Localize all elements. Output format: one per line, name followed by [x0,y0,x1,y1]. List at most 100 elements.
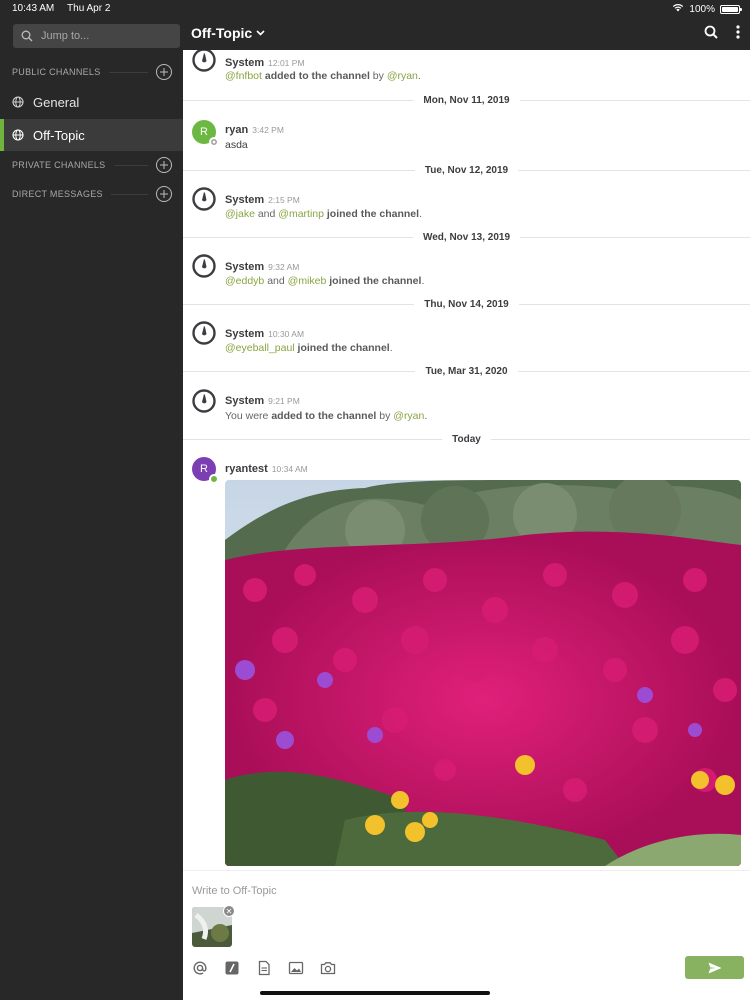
post-time: 10:34 AM [271,464,308,474]
date-separator: Wed, Nov 13, 2019 [183,229,750,245]
system-logo-icon [192,321,216,345]
channel-title: Off-Topic [191,25,253,41]
date-separator: Today [183,431,750,447]
jump-to-search[interactable]: Jump to... [13,24,180,48]
public-channels-section: PUBLIC CHANNELS [12,64,172,80]
slash-command-button[interactable] [224,960,240,976]
status-online-icon [209,474,219,484]
post-time: 9:21 PM [268,396,300,406]
date-separator-label: Wed, Nov 13, 2019 [422,231,511,243]
public-channels-label: PUBLIC CHANNELS [12,67,101,77]
date-separator-label: Today [452,433,481,445]
divider [113,164,148,166]
status-offline-icon [209,137,219,147]
system-logo-icon [192,254,216,278]
date-separator-label: Thu, Nov 14, 2019 [424,298,509,310]
message-composer: Write to Off-Topic ✕ [183,870,750,1000]
post-author[interactable]: System [225,194,264,206]
channel-title-button[interactable]: Off-Topic [191,25,265,41]
globe-icon [12,129,24,141]
image-icon [288,961,304,975]
mention-button[interactable] [192,960,208,976]
send-button[interactable] [685,956,744,979]
image-attachment[interactable] [225,480,741,866]
add-private-channel-button[interactable] [156,157,172,173]
remove-attachment-button[interactable]: ✕ [223,905,235,917]
mention-link[interactable]: @martinp [278,208,324,220]
close-icon: ✕ [225,906,233,916]
file-attach-button[interactable] [256,960,272,976]
image-attach-button[interactable] [288,960,304,976]
search-button[interactable] [704,25,718,44]
post-author[interactable]: ryan [225,124,248,136]
post-author[interactable]: ryantest [225,463,268,475]
system-logo-icon [192,50,216,72]
divider [108,71,148,73]
send-icon [708,962,721,973]
wifi-icon [672,3,684,15]
date-separator: Tue, Nov 12, 2019 [183,162,750,178]
post-body: @fnfbot added to the channel by @ryan. [225,70,421,82]
system-logo-icon [192,187,216,211]
direct-messages-label: DIRECT MESSAGES [12,189,103,199]
post-body: You were added to the channel by @ryan. [225,410,428,422]
search-icon [704,25,718,39]
camera-button[interactable] [320,960,336,976]
date-separator-label: Tue, Nov 12, 2019 [424,164,509,176]
post-author[interactable]: System [225,395,264,407]
chevron-down-icon [256,30,265,36]
add-direct-message-button[interactable] [156,186,172,202]
private-channels-label: PRIVATE CHANNELS [12,160,106,170]
more-vertical-icon [736,25,740,39]
sidebar-item-general[interactable]: General [0,86,183,118]
mention-link[interactable]: @mikeb [288,275,327,287]
sidebar-item-off-topic[interactable]: Off-Topic [0,119,183,151]
mention-link[interactable]: @ryan [393,410,424,422]
status-date: Thu Apr 2 [67,3,111,14]
sidebar-item-label: Off-Topic [33,127,85,143]
post-body: asda [225,139,248,151]
post-time: 3:42 PM [252,125,284,135]
post-author[interactable]: System [225,261,264,273]
post-time: 10:30 AM [268,329,305,339]
post-time: 9:32 AM [268,262,300,272]
mention-link[interactable]: @eddyb [225,275,264,287]
divider [110,193,148,195]
system-logo-icon [192,389,216,413]
mention-link[interactable]: @fnfbot [225,70,262,82]
mention-link[interactable]: @ryan [387,70,418,82]
post-body: @eyeball_paul joined the channel. [225,342,393,354]
battery-icon [720,4,742,14]
home-indicator [260,991,490,995]
sidebar: Jump to... PUBLIC CHANNELS General Off-T… [0,0,183,1000]
sidebar-item-label: General [33,94,80,110]
status-time: 10:43 AM [12,3,55,14]
post-body: @jake and @martinp joined the channel. [225,208,422,220]
post-time: 2:15 PM [268,195,300,205]
search-icon [21,30,33,42]
mention-link[interactable]: @jake [225,208,255,220]
status-bar: 10:43 AM Thu Apr 2 100% [0,0,750,18]
add-public-channel-button[interactable] [156,64,172,80]
camera-icon [320,962,336,975]
date-separator: Thu, Nov 14, 2019 [183,296,750,312]
at-icon [193,961,207,975]
more-options-button[interactable] [736,25,740,44]
post-author[interactable]: System [225,328,264,340]
jump-to-placeholder: Jump to... [41,30,90,42]
post-time: 12:01 PM [268,58,305,68]
date-separator-label: Mon, Nov 11, 2019 [423,94,510,106]
post-body: @eddyb and @mikeb joined the channel. [225,275,425,287]
file-icon [258,960,270,976]
avatar[interactable]: R [192,457,219,484]
battery-percent: 100% [689,3,715,15]
globe-icon [12,96,24,108]
date-separator: Tue, Mar 31, 2020 [183,363,750,379]
mention-link[interactable]: @eyeball_paul [225,342,295,354]
message-input[interactable]: Write to Off-Topic [192,885,277,897]
post-author[interactable]: System [225,57,264,69]
flower-photo-image [225,480,741,866]
avatar[interactable]: R [192,120,219,147]
slash-icon [225,961,239,975]
date-separator-label: Tue, Mar 31, 2020 [425,365,508,377]
